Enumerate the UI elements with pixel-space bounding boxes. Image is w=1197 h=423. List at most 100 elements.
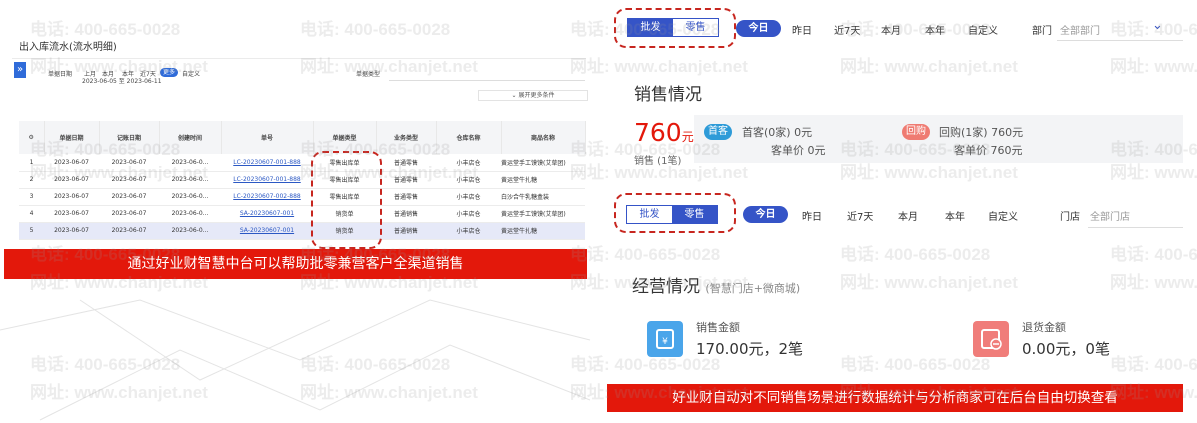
filter-month[interactable]: 本月 [881, 22, 901, 37]
cell-created: 2023-06-0... [159, 171, 221, 189]
doc-number-link[interactable]: LC-20230607-001-888 [221, 171, 313, 189]
dept-select[interactable]: 全部部门 [1060, 22, 1100, 37]
store-underline [1088, 227, 1183, 228]
filter-custom[interactable]: 自定义 [968, 22, 998, 37]
repeat-customer-price: 客单价 760元 [954, 144, 1023, 157]
cell-post-date: 2023-06-07 [99, 171, 159, 189]
filter-year[interactable]: 本年 [925, 22, 945, 37]
table-row[interactable]: 1 2023-06-07 2023-06-07 2023-06-0... LC-… [19, 154, 585, 172]
cell-post-date: 2023-06-07 [99, 222, 159, 240]
refund-amount-label: 退货金额 [1022, 321, 1066, 334]
cell-post-date: 2023-06-07 [99, 205, 159, 223]
cell-created: 2023-06-0... [159, 222, 221, 240]
cell-post-date: 2023-06-07 [99, 188, 159, 206]
cell-warehouse: 小丰店仓 [436, 171, 501, 189]
first-customer-badge: 首客 [704, 124, 732, 140]
filter-today[interactable]: 今日 [743, 206, 788, 223]
cell-date: 2023-06-07 [44, 222, 99, 240]
amount-value: 760 [634, 118, 682, 147]
doc-number-link[interactable]: SA-20230607-001 [221, 222, 313, 240]
cell-warehouse: 小丰店仓 [436, 188, 501, 206]
expand-sidebar-icon[interactable]: » [14, 62, 26, 78]
table-row[interactable]: 3 2023-06-07 2023-06-07 2023-06-0... LC-… [19, 188, 585, 206]
doc-type-label: 单据类型 [356, 71, 381, 78]
col-header[interactable]: 单号 [221, 121, 314, 154]
cell-date: 2023-06-07 [44, 154, 99, 172]
expand-label: 展开更多条件 [518, 92, 555, 99]
cell-biz-type: 普通销售 [376, 205, 436, 223]
cell-date: 2023-06-07 [44, 188, 99, 206]
expand-conditions-button[interactable]: ⌄ 展开更多条件 [478, 90, 588, 101]
table-row[interactable]: 4 2023-06-07 2023-06-07 2023-06-0... SA-… [19, 205, 585, 223]
cell-product: 黄运堂牛扎糖 [501, 171, 585, 189]
table-row[interactable]: 5 2023-06-07 2023-06-07 2023-06-0... SA-… [19, 222, 585, 240]
col-header[interactable]: 单据类型 [313, 121, 377, 154]
row-index: 3 [19, 188, 44, 206]
cell-biz-type: 普通销售 [376, 222, 436, 240]
cell-warehouse: 小丰店仓 [436, 205, 501, 223]
settings-icon[interactable]: ⚙ [19, 121, 45, 154]
filter-more-button[interactable]: 更多 [160, 68, 179, 77]
store-label: 门店 [1060, 212, 1080, 223]
ops-heading-text: 经营情况 [632, 277, 700, 297]
filter-custom[interactable]: 自定义 [182, 69, 200, 78]
repeat-customer-badge: 回购 [902, 124, 930, 140]
col-header[interactable]: 创建时间 [159, 121, 222, 154]
amount-unit: 元 [681, 130, 694, 144]
row-index: 4 [19, 205, 44, 223]
dept-label: 部门 [1032, 26, 1052, 37]
doc-number-link[interactable]: LC-20230607-001-888 [221, 154, 313, 172]
cell-warehouse: 小丰店仓 [436, 222, 501, 240]
date-range-text: 2023-06-05 至 2023-06-11 [82, 78, 162, 85]
watermark-site: 网址: www.chanjet.net [300, 383, 478, 402]
first-customer-price: 客单价 0元 [771, 144, 826, 157]
screenshot-root: 出入库流水(流水明细) » 单据日期 上月 本月 本年 近7天 更多 自定义 2… [0, 0, 1197, 423]
cell-post-date: 2023-06-07 [99, 154, 159, 172]
row-index: 2 [19, 171, 44, 189]
col-header[interactable]: 商品名称 [501, 121, 586, 154]
store-select[interactable]: 全部门店 [1090, 208, 1130, 223]
cell-product: 黄运堂手工馍馍(艾草团) [501, 154, 585, 172]
chevron-down-icon[interactable]: ⌄ [1152, 18, 1163, 33]
filter-last-7-days[interactable]: 近7天 [847, 208, 873, 223]
cell-date: 2023-06-07 [44, 205, 99, 223]
col-header[interactable]: 仓库名称 [436, 121, 502, 154]
col-header[interactable]: 业务类型 [376, 121, 437, 154]
row-index: 1 [19, 154, 44, 172]
cell-product: 黄运堂牛扎糖 [501, 222, 585, 240]
ledger-table: ⚙ 单据日期 记账日期 创建时间 单号 单据类型 业务类型 仓库名称 商品名称 … [19, 121, 586, 240]
cell-biz-type: 普通零售 [376, 154, 436, 172]
cell-created: 2023-06-0... [159, 205, 221, 223]
col-header[interactable]: 记账日期 [99, 121, 160, 154]
filter-last-7-days[interactable]: 近7天 [834, 22, 860, 37]
page-title: 出入库流水(流水明细) [19, 42, 117, 53]
right-caption: 好业财自动对不同销售场景进行数据统计与分析商家可在后台自由切换查看 [607, 384, 1183, 412]
filter-today[interactable]: 今日 [736, 20, 781, 37]
cell-warehouse: 小丰店仓 [436, 154, 501, 172]
doc-number-link[interactable]: SA-20230607-001 [221, 205, 313, 223]
table-row[interactable]: 2 2023-06-07 2023-06-07 2023-06-0... LC-… [19, 171, 585, 189]
cell-date: 2023-06-07 [44, 171, 99, 189]
table-header-row: ⚙ 单据日期 记账日期 创建时间 单号 单据类型 业务类型 仓库名称 商品名称 [19, 121, 586, 154]
doc-number-link[interactable]: LC-20230607-002-888 [221, 188, 313, 206]
cell-created: 2023-06-0... [159, 154, 221, 172]
sales-amount-value: 170.00元，2笔 [696, 340, 804, 358]
filter-yesterday[interactable]: 昨日 [802, 208, 822, 223]
sales-amount-label: 销售金额 [696, 321, 740, 334]
filter-month[interactable]: 本月 [898, 208, 918, 223]
sales-amount-icon: ¥ [647, 321, 683, 357]
filter-year[interactable]: 本年 [945, 208, 965, 223]
svg-text:¥: ¥ [662, 337, 668, 347]
doc-type-input[interactable] [389, 80, 585, 81]
stock-ledger-panel: 出入库流水(流水明细) » 单据日期 上月 本月 本年 近7天 更多 自定义 2… [4, 28, 588, 253]
filter-custom[interactable]: 自定义 [988, 208, 1018, 223]
doc-type-highlight [311, 151, 382, 249]
col-header[interactable]: 单据日期 [44, 121, 100, 154]
cell-biz-type: 普通零售 [376, 171, 436, 189]
cell-biz-type: 普通零售 [376, 188, 436, 206]
row-index: 5 [19, 222, 44, 240]
filter-yesterday[interactable]: 昨日 [792, 22, 812, 37]
sales-heading: 销售情况 [634, 85, 702, 105]
ops-heading: 经营情况 (智慧门店+微商城) [632, 272, 800, 297]
top-tabs-highlight [614, 8, 736, 48]
